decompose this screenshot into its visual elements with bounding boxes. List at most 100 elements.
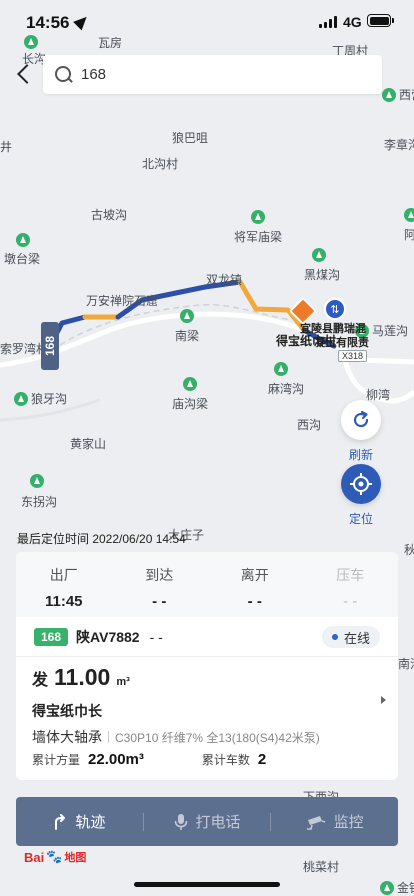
tree-icon bbox=[30, 474, 44, 488]
monitor-label: 监控 bbox=[333, 814, 364, 831]
logo-text: Bai bbox=[24, 849, 45, 865]
online-dot-icon bbox=[331, 634, 338, 640]
map-place: 墩台梁 bbox=[4, 252, 41, 266]
logo-sub: 地图 bbox=[64, 852, 87, 864]
map-place: 黑煤沟 bbox=[304, 268, 341, 282]
status-badge: 在线 bbox=[321, 626, 380, 648]
map-place: 黄家山 bbox=[70, 437, 107, 451]
map-place bbox=[183, 377, 197, 391]
mix-spec: C30P10 纤维7% 全13(180(S4)42米泵) bbox=[115, 730, 320, 745]
map-place: 双龙镇 bbox=[206, 273, 243, 287]
stage-label: 出厂 bbox=[49, 567, 78, 583]
map-place: 狼巴咀 bbox=[172, 131, 209, 145]
stage-arrive: 到达 - - bbox=[112, 552, 208, 617]
map-place: 桃菜村 bbox=[303, 860, 340, 874]
map-place: 狼牙沟 bbox=[14, 390, 67, 407]
tree-icon bbox=[183, 377, 197, 391]
map-place: 西沟 bbox=[297, 418, 322, 432]
tree-icon bbox=[16, 233, 30, 247]
total-volume-value: 22.00m³ bbox=[88, 751, 144, 768]
total-trips-label: 累计车数 bbox=[201, 753, 250, 767]
map-place bbox=[180, 309, 194, 323]
network-type: 4G bbox=[343, 14, 362, 30]
total-trips-value: 2 bbox=[257, 751, 267, 768]
map-place bbox=[312, 248, 326, 262]
site-name: 得宝纸巾长 bbox=[32, 703, 102, 719]
plant-marker-icon[interactable]: ⇅ bbox=[324, 298, 346, 320]
pour-part: 墙体大轴承 bbox=[32, 729, 102, 745]
call-button[interactable]: 打电话 bbox=[144, 811, 271, 832]
monitor-button[interactable]: 监控 bbox=[271, 811, 398, 832]
status-bar: 14:56 4G bbox=[0, 0, 414, 44]
stage-value: - - bbox=[343, 593, 358, 610]
totals-row: 累计方量 22.00m³ 累计车数 2 bbox=[32, 751, 266, 768]
stage-label: 压车 bbox=[336, 567, 365, 583]
microphone-icon bbox=[174, 813, 187, 830]
cellular-signal-icon bbox=[319, 16, 337, 28]
track-button[interactable]: 轨迹 bbox=[16, 811, 143, 832]
status-time: 14:56 bbox=[26, 13, 70, 32]
map-place bbox=[251, 210, 265, 224]
search-input[interactable]: 168 bbox=[43, 55, 382, 94]
stage-leave: 离开 - - bbox=[207, 552, 303, 617]
map-place: 麻湾沟 bbox=[268, 382, 305, 396]
volume-value: 11.00 bbox=[54, 664, 111, 690]
map-place bbox=[30, 474, 44, 488]
map-place: 阿 bbox=[404, 228, 414, 242]
pour-spec: 墙体大轴承 C30P10 纤维7% 全13(180(S4)42米泵) bbox=[32, 727, 382, 747]
location-arrow-icon bbox=[73, 12, 91, 31]
map-place: 柳湾 bbox=[366, 388, 391, 402]
map-place: 古坡沟 bbox=[91, 208, 128, 222]
back-button[interactable] bbox=[12, 62, 36, 86]
map-place: 西营 bbox=[382, 86, 414, 103]
tree-icon bbox=[380, 880, 394, 895]
track-label: 轨迹 bbox=[75, 814, 106, 831]
refresh-button[interactable] bbox=[341, 400, 381, 440]
search-icon bbox=[55, 65, 73, 84]
map-place: 庙沟梁 bbox=[172, 397, 209, 411]
stage-value: 11:45 bbox=[44, 593, 83, 610]
driver-name: - - bbox=[149, 628, 163, 645]
locate-button[interactable] bbox=[341, 464, 381, 504]
map-place: 秋 bbox=[404, 543, 414, 557]
map-place: 南梁 bbox=[175, 329, 200, 343]
battery-icon bbox=[367, 14, 394, 27]
vehicle-marker[interactable]: 168 bbox=[41, 322, 59, 370]
map-place: 金钱 bbox=[380, 879, 414, 896]
tree-icon bbox=[14, 391, 28, 406]
track-icon bbox=[55, 813, 66, 830]
vehicle-row: 168 陕AV7882 - - 在线 bbox=[16, 617, 398, 657]
tree-icon bbox=[274, 362, 288, 376]
paw-icon: 🐾 bbox=[46, 849, 63, 864]
license-plate: 陕AV7882 bbox=[76, 628, 140, 645]
map-place bbox=[404, 208, 414, 222]
stage-value: - - bbox=[247, 593, 262, 610]
stage-waiting: 压车 - - bbox=[303, 552, 399, 617]
shipment-volume: 发 11.00 m³ bbox=[32, 664, 382, 691]
divider bbox=[108, 731, 109, 743]
order-details[interactable]: 发 11.00 m³ 得宝纸巾长 墙体大轴承 C30P10 纤维7% 全13(1… bbox=[32, 664, 382, 747]
vehicle-marker-label: 168 bbox=[43, 335, 57, 357]
total-volume-label: 累计方量 bbox=[32, 753, 81, 767]
tree-icon bbox=[404, 208, 414, 222]
map-place: 北沟村 bbox=[142, 157, 179, 171]
search-query: 168 bbox=[81, 66, 107, 83]
stage-value: - - bbox=[152, 593, 167, 610]
map-place: 万安禅院石窟 bbox=[86, 294, 159, 308]
map-place: 井 bbox=[0, 140, 13, 154]
stage-depart: 出厂 11:45 bbox=[16, 552, 112, 617]
crosshair-icon bbox=[350, 473, 372, 495]
map-place: 南沟 bbox=[398, 657, 414, 671]
call-label: 打电话 bbox=[195, 814, 241, 831]
camera-icon bbox=[306, 815, 325, 830]
volume-unit: m³ bbox=[116, 676, 130, 688]
road-label: X318 bbox=[338, 350, 368, 362]
home-indicator[interactable] bbox=[134, 882, 280, 887]
map-place: 凝土有限责 bbox=[314, 337, 369, 349]
map-place bbox=[16, 233, 30, 247]
vehicle-info-card[interactable]: 出厂 11:45 到达 - - 离开 - - 压车 - - 168 陕AV788… bbox=[16, 552, 398, 780]
chevron-right-icon[interactable] bbox=[381, 696, 386, 704]
baidu-map-logo: Bai 🐾 地图 bbox=[24, 849, 86, 865]
tree-icon bbox=[312, 248, 326, 262]
action-bar: 轨迹 打电话 监控 bbox=[16, 797, 398, 846]
